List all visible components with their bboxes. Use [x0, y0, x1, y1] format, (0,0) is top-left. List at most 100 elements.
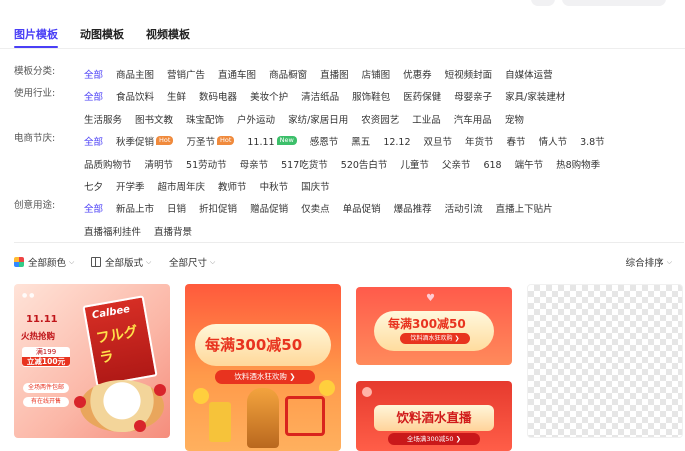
template-card-cereal[interactable]: ● ● 11.11 火热抢购 满199 立减100元 全场两件包邮 有在线开售 … [14, 284, 170, 438]
filter-option-industry[interactable]: 美妆个护 [250, 89, 288, 103]
filter-option-category[interactable]: 直通车图 [218, 67, 256, 81]
filter-option-category[interactable]: 自媒体运营 [505, 67, 553, 81]
filter-option-usage[interactable]: 单品促销 [343, 201, 381, 215]
cereal-brand: Calbee [91, 303, 131, 322]
filter-option-category[interactable]: 店铺图 [362, 67, 391, 81]
filter-label: 创意用途: [14, 200, 56, 211]
sort-label: 综合排序 [625, 258, 664, 269]
filter-option-festival[interactable]: 开学季 [116, 179, 145, 193]
tab-animated-templates[interactable]: 动图模板 [80, 26, 124, 48]
filter-option-usage[interactable]: 新品上市 [116, 201, 154, 215]
filter-option-festival[interactable]: 品质购物节 [84, 157, 132, 171]
filter-option-festival[interactable]: 万圣节 Hot [186, 134, 235, 148]
filter-option-industry[interactable]: 生鲜 [167, 89, 186, 103]
filter-option-festival[interactable]: 双旦节 [424, 134, 453, 148]
filter-option-usage[interactable]: 活动引流 [445, 201, 483, 215]
filter-option-industry[interactable]: 宠物 [505, 112, 524, 126]
filter-option-festival[interactable]: 11.11 New [247, 136, 297, 148]
tab-video-templates[interactable]: 视频模板 [146, 26, 190, 48]
filter-option-industry[interactable]: 图书文教 [135, 112, 173, 126]
filter-option-festival[interactable]: 春节 [507, 134, 526, 148]
size-filter-dropdown[interactable]: 全部尺寸 ⌵ [169, 255, 216, 270]
filter-option-festival[interactable]: 国庆节 [301, 179, 330, 193]
filter-option-row: 品质购物节 清明节 51劳动节 母亲节 517吃货节 520告白节 儿童节 父亲节 618 端午节… [84, 153, 684, 176]
template-card-transparent[interactable] [527, 284, 683, 438]
heart-icon: ♥ [426, 293, 435, 304]
filter-option-festival[interactable]: 51劳动节 [186, 157, 227, 171]
filter-option-industry[interactable]: 母婴亲子 [454, 89, 492, 103]
card-pill-1: 全场两件包邮 [23, 383, 69, 393]
filter-option-usage[interactable]: 赠品促销 [250, 201, 288, 215]
filter-option-industry[interactable]: 生活服务 [84, 112, 122, 126]
color-filter-dropdown[interactable]: 全部颜色 ⌵ [14, 255, 74, 269]
filter-option-category[interactable]: 商品橱窗 [269, 67, 307, 81]
filter-option-festival[interactable]: 父亲节 [442, 157, 471, 171]
filter-option-usage[interactable]: 爆品推荐 [394, 201, 432, 215]
chevron-down-icon: ⌵ [210, 257, 216, 266]
sort-dropdown[interactable]: 综合排序 ⌵ [625, 255, 672, 270]
filter-option-category[interactable]: 营销广告 [167, 67, 205, 81]
filter-option-usage[interactable]: 直播福利挂件 [84, 224, 141, 238]
filter-option-industry[interactable]: 汽车用品 [454, 112, 492, 126]
filter-option-festival[interactable]: 3.8节 [580, 134, 605, 148]
filter-option-usage[interactable]: 日销 [167, 201, 186, 215]
filter-option-festival[interactable]: 520告白节 [341, 157, 388, 171]
filter-option-industry[interactable]: 户外运动 [237, 112, 275, 126]
color-palette-icon [14, 257, 24, 267]
filter-option-festival[interactable]: 517吃货节 [281, 157, 328, 171]
filter-option-industry[interactable]: 数码电器 [199, 89, 237, 103]
top-search-box[interactable] [562, 0, 666, 6]
layout-filter-dropdown[interactable]: 全部版式 ⌵ [91, 255, 151, 269]
filter-option-festival[interactable]: 感恩节 [310, 134, 339, 148]
filter-option-festival[interactable]: 秋季促销 Hot [116, 134, 174, 148]
filter-option-industry[interactable]: 服饰鞋包 [352, 89, 390, 103]
filter-option-industry[interactable]: 食品饮料 [116, 89, 154, 103]
filter-option-category[interactable]: 优惠券 [403, 67, 432, 81]
filter-option-festival[interactable]: 618 [483, 160, 501, 171]
filter-option-industry[interactable]: 农资园艺 [361, 112, 399, 126]
filter-option-festival[interactable]: 全部 [84, 134, 103, 148]
filter-option-festival[interactable]: 年货节 [465, 134, 494, 148]
filter-option-industry[interactable]: 医药保健 [403, 89, 441, 103]
coin-decoration [193, 388, 209, 404]
tab-image-templates[interactable]: 图片模板 [14, 26, 58, 48]
filter-option-usage[interactable]: 直播背景 [154, 224, 192, 238]
template-card-drinks-live[interactable]: 饮料酒水直播 全场满300减50 ❯ [356, 381, 512, 451]
filter-option-industry[interactable]: 家具/家装建材 [505, 89, 565, 103]
filter-option-row: 直播福利挂件 直播背景 [84, 220, 684, 243]
filter-option-usage[interactable]: 折扣促销 [199, 201, 237, 215]
filter-option-category[interactable]: 短视频封面 [445, 67, 493, 81]
filter-option-festival[interactable]: 端午节 [515, 157, 544, 171]
filter-option-festival[interactable]: 中秋节 [260, 179, 289, 193]
filter-option-festival[interactable]: 母亲节 [240, 157, 269, 171]
card-date: 11.11 [26, 314, 58, 325]
filter-options: 全部 商品主图 营销广告 直通车图 商品橱窗 直播图 店铺图 优惠券 短视频封面 自媒体运营 [84, 63, 684, 86]
filter-option-usage[interactable]: 直播上下贴片 [496, 201, 553, 215]
filter-option-festival[interactable]: 七夕 [84, 179, 103, 193]
filter-option-industry[interactable]: 清洁纸品 [301, 89, 339, 103]
filter-option-industry[interactable]: 珠宝配饰 [186, 112, 224, 126]
template-card-drinks-sale[interactable]: 每满300减50 饮料酒水狂欢购 ❯ [185, 284, 341, 451]
filter-option-festival[interactable]: 热8购物季 [556, 157, 600, 171]
template-card-drinks-banner[interactable]: ♥ 每满300减50 饮料酒水狂欢购 ❯ [356, 287, 512, 365]
top-icon-button[interactable] [531, 0, 555, 6]
filter-option-festival[interactable]: 清明节 [145, 157, 174, 171]
filter-option-festival[interactable]: 12.12 [383, 137, 410, 148]
filter-option-category[interactable]: 全部 [84, 67, 103, 81]
filter-option-festival[interactable]: 情人节 [539, 134, 568, 148]
filter-option-category[interactable]: 商品主图 [116, 67, 154, 81]
promo-line-1: 满199 [35, 348, 57, 356]
filter-option-industry[interactable]: 全部 [84, 89, 103, 103]
filter-option-festival[interactable]: 超市周年庆 [158, 179, 206, 193]
template-type-tabs: 图片模板 动图模板 视频模板 [14, 26, 190, 48]
filter-option-festival[interactable]: 教师节 [218, 179, 247, 193]
filter-option-category[interactable]: 直播图 [320, 67, 349, 81]
filter-option-industry[interactable]: 工业品 [412, 112, 441, 126]
filter-option-festival[interactable]: 儿童节 [400, 157, 429, 171]
filter-option-usage[interactable]: 全部 [84, 201, 103, 215]
chevron-down-icon: ⌵ [666, 257, 672, 266]
filter-option-usage[interactable]: 仅卖点 [301, 201, 330, 215]
filter-option-industry[interactable]: 家纺/家居日用 [288, 112, 348, 126]
coin-decoration [319, 380, 335, 396]
filter-option-festival[interactable]: 黑五 [351, 134, 370, 148]
